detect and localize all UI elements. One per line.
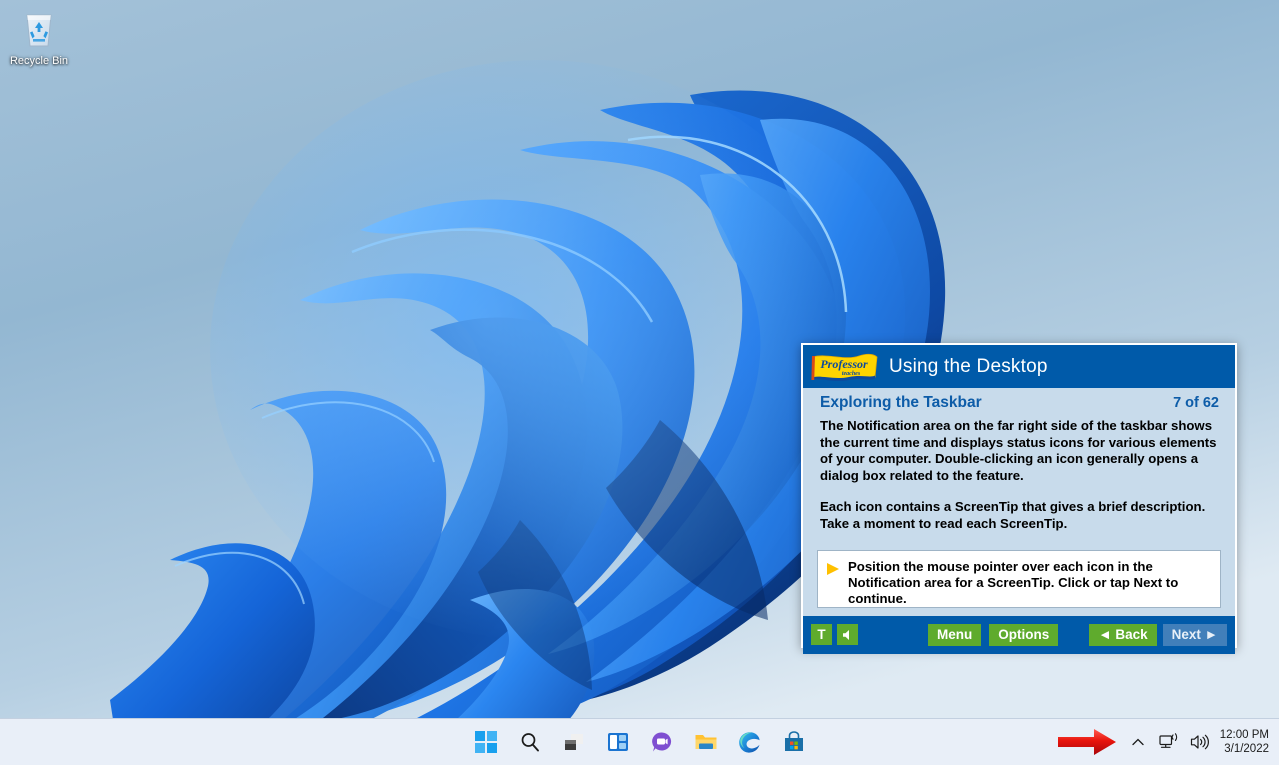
network-icon xyxy=(1159,733,1179,751)
taskbar-item-microsoft-store[interactable] xyxy=(778,726,810,758)
tutorial-subheader: Exploring the Taskbar 7 of 62 xyxy=(803,388,1235,414)
clock-date: 3/1/2022 xyxy=(1220,742,1269,756)
show-hidden-icons-button[interactable] xyxy=(1127,731,1149,753)
instruction-text: Position the mouse pointer over each ico… xyxy=(848,559,1212,598)
audio-toggle-button[interactable] xyxy=(837,624,858,645)
tutorial-paragraph-1: The Notification area on the far right s… xyxy=(820,418,1218,484)
speaker-icon xyxy=(842,629,854,641)
taskbar[interactable]: 12:00 PM 3/1/2022 xyxy=(0,718,1279,765)
taskbar-item-task-view[interactable] xyxy=(558,726,590,758)
taskbar-item-file-explorer[interactable] xyxy=(690,726,722,758)
recycle-bin-icon xyxy=(17,8,61,52)
yellow-triangle-bullet-icon xyxy=(826,562,840,576)
tutorial-title: Using the Desktop xyxy=(889,356,1048,378)
clock[interactable]: 12:00 PM 3/1/2022 xyxy=(1220,728,1273,756)
menu-button[interactable]: Menu xyxy=(928,624,981,646)
edge-icon xyxy=(738,731,761,754)
chat-icon xyxy=(651,731,673,753)
taskbar-item-edge[interactable] xyxy=(734,726,766,758)
system-tray: 12:00 PM 3/1/2022 xyxy=(1056,719,1273,765)
tutorial-window[interactable]: Professor teaches Using the Desktop Expl… xyxy=(801,343,1237,648)
next-button[interactable]: Next ► xyxy=(1163,624,1227,646)
instruction-callout: Position the mouse pointer over each ico… xyxy=(817,550,1221,608)
red-arrow-pointer-icon xyxy=(1056,727,1118,757)
taskbar-item-search[interactable] xyxy=(514,726,546,758)
clock-time: 12:00 PM xyxy=(1220,728,1269,742)
lesson-title: Exploring the Taskbar xyxy=(820,394,982,412)
tutorial-paragraph-2: Each icon contains a ScreenTip that give… xyxy=(820,499,1218,532)
tutorial-titlebar: Professor teaches Using the Desktop xyxy=(803,345,1235,388)
taskbar-item-start[interactable] xyxy=(470,726,502,758)
back-button[interactable]: ◄ Back xyxy=(1089,624,1156,646)
widgets-icon xyxy=(607,731,629,753)
progress-indicator: 7 of 62 xyxy=(1173,395,1219,411)
svg-text:Professor: Professor xyxy=(820,357,868,371)
task-view-icon xyxy=(563,731,585,753)
file-explorer-icon xyxy=(694,731,718,753)
options-button[interactable]: Options xyxy=(989,624,1058,646)
network-button[interactable] xyxy=(1158,731,1180,753)
start-icon xyxy=(475,731,497,753)
microsoft-store-icon xyxy=(783,731,805,753)
chevron-up-icon xyxy=(1131,735,1145,749)
tutorial-body: The Notification area on the far right s… xyxy=(803,414,1235,533)
taskbar-item-widgets[interactable] xyxy=(602,726,634,758)
professor-teaches-logo-icon: Professor teaches xyxy=(811,352,879,382)
taskbar-item-chat[interactable] xyxy=(646,726,678,758)
text-toggle-button[interactable]: T xyxy=(811,624,832,645)
search-icon xyxy=(519,731,541,753)
svg-text:teaches: teaches xyxy=(842,371,861,377)
tutorial-toolbar: T Menu Options ◄ Back Next ► xyxy=(803,616,1235,654)
desktop[interactable]: Recycle Bin Professor teaches Using the … xyxy=(0,0,1279,765)
recycle-bin-label: Recycle Bin xyxy=(10,55,68,67)
desktop-icon-recycle-bin[interactable]: Recycle Bin xyxy=(6,8,72,78)
volume-icon xyxy=(1190,733,1210,751)
volume-button[interactable] xyxy=(1189,731,1211,753)
taskbar-app-row xyxy=(460,719,820,765)
